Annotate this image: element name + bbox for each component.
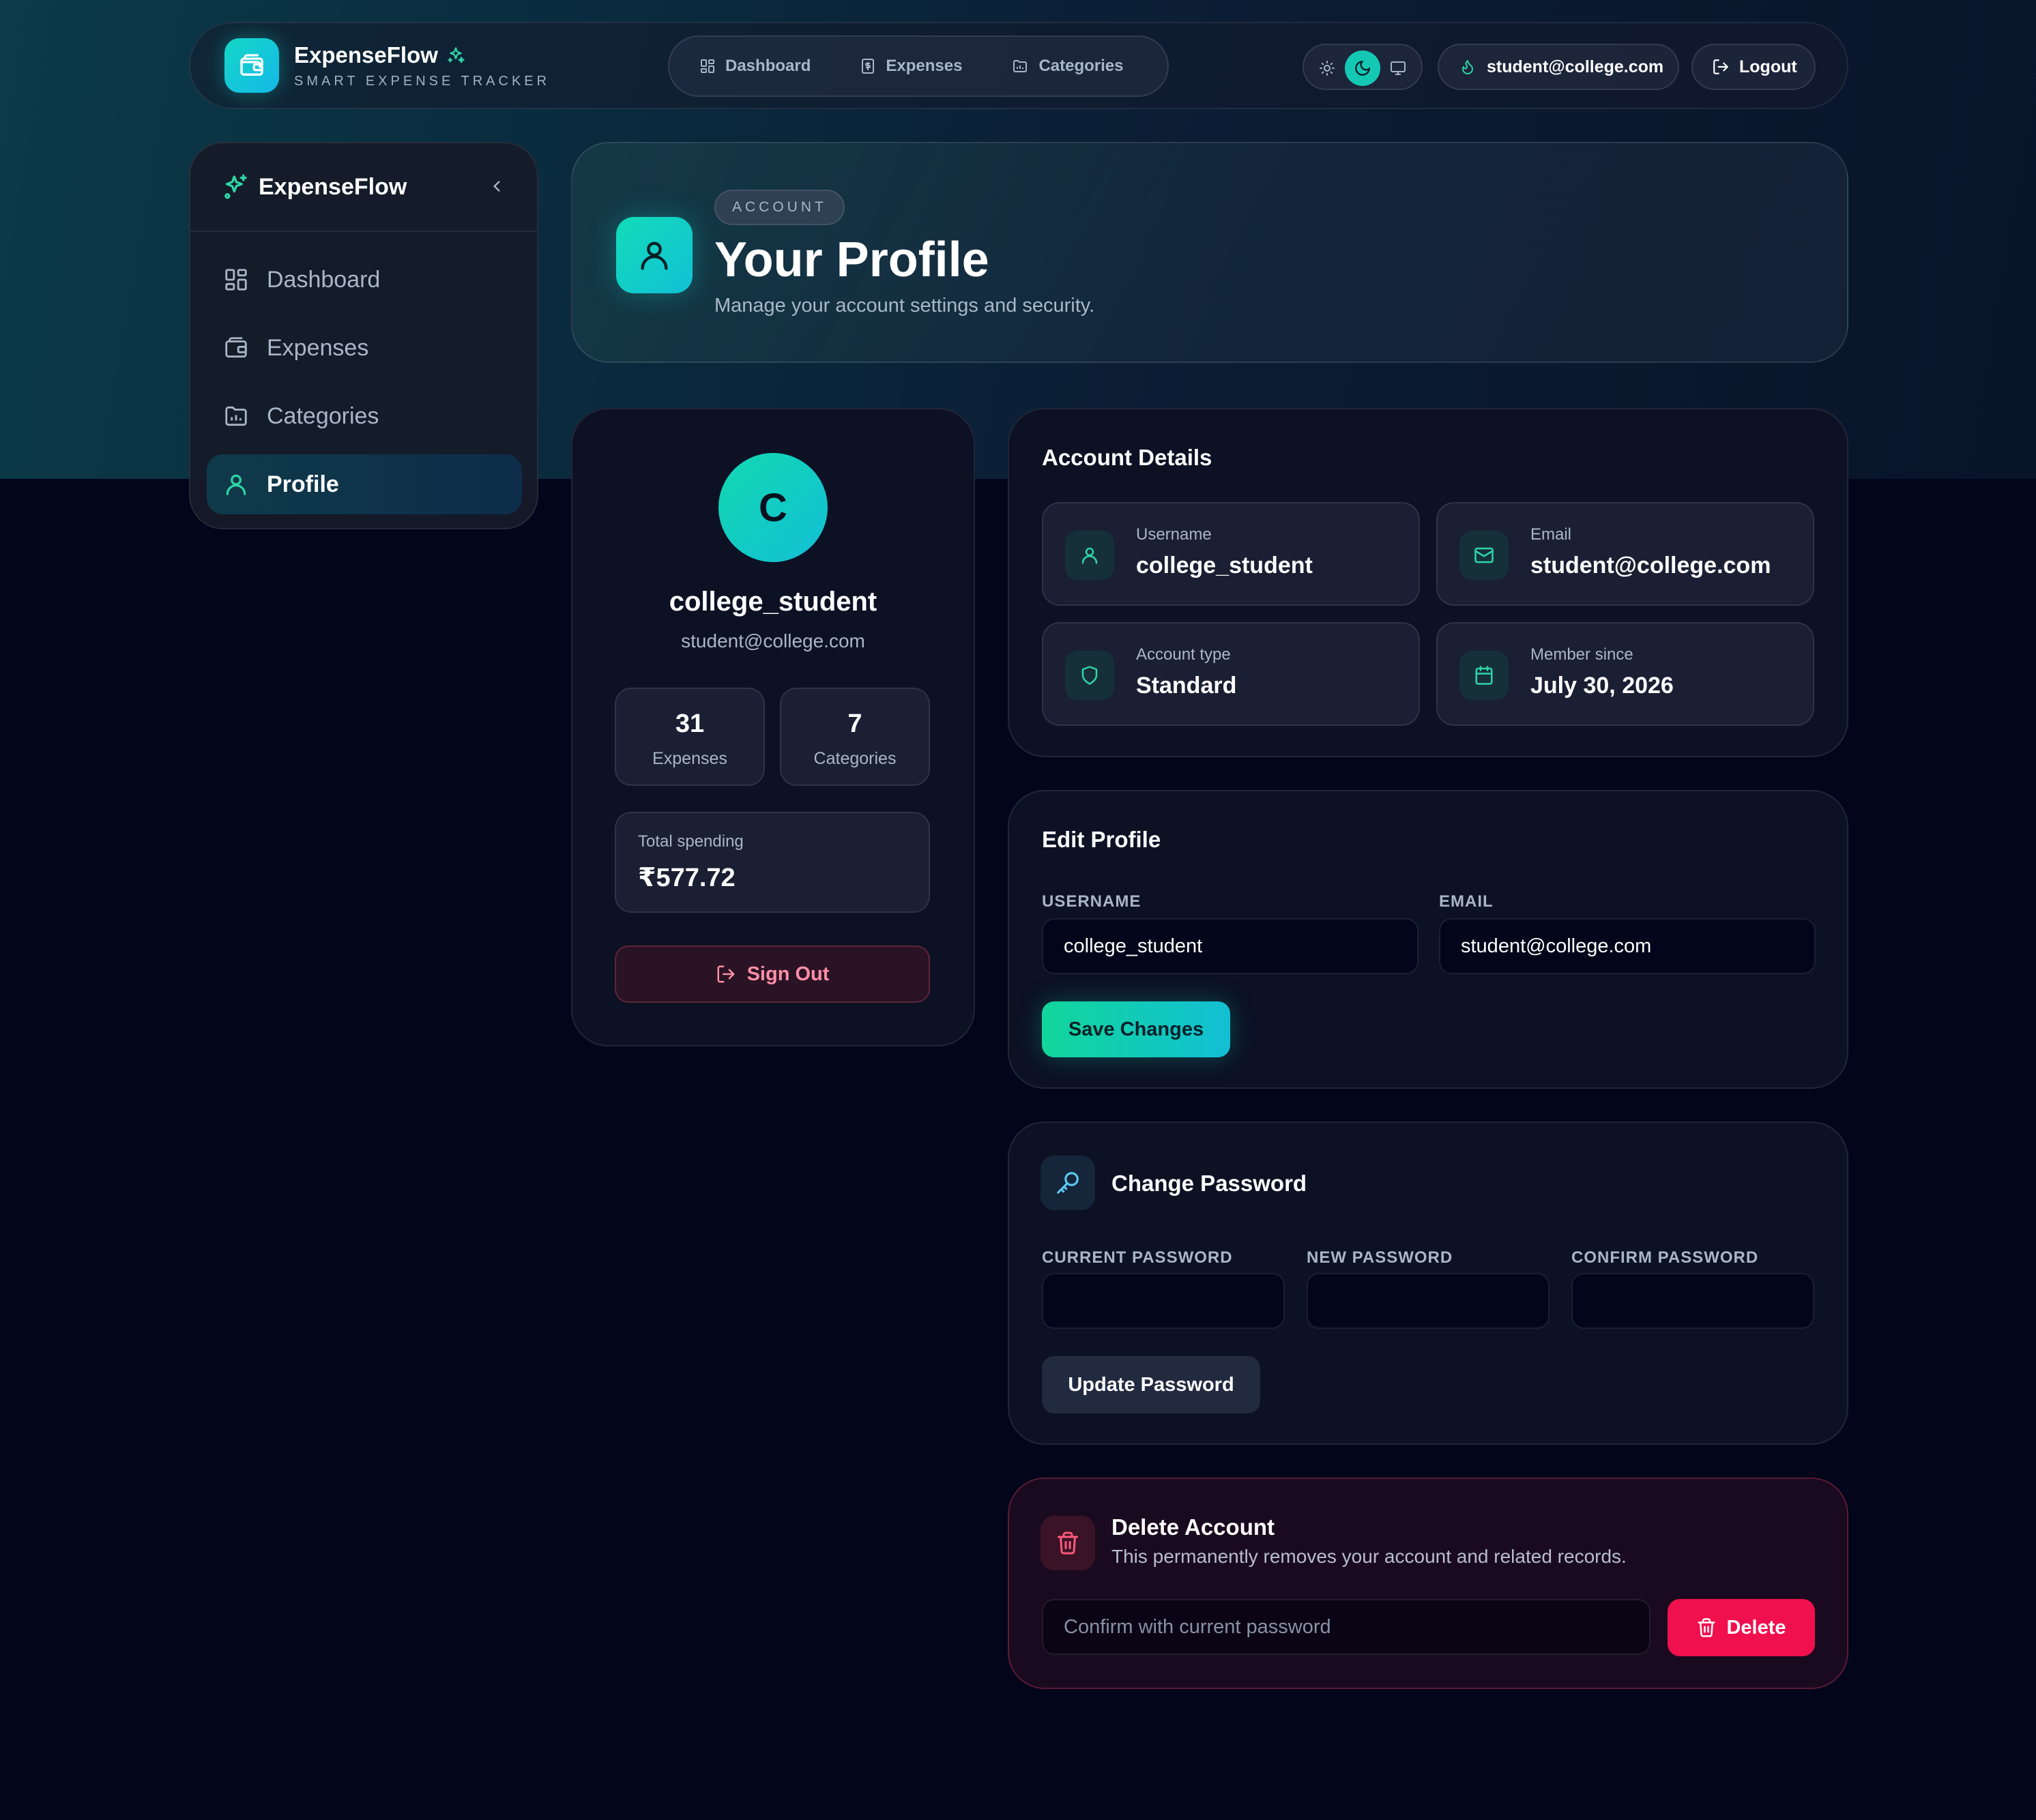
brand-tagline: SMART EXPENSE TRACKER (294, 74, 551, 89)
delete-account-description: This permanently removes your account an… (1111, 1546, 1627, 1567)
key-icon (1041, 1156, 1095, 1210)
sidebar-item-dashboard[interactable]: Dashboard (207, 250, 522, 310)
sidebar-divider (190, 231, 537, 232)
edit-profile-card: Edit Profile USERNAME EMAIL Save Changes (1008, 790, 1848, 1089)
username-input[interactable] (1042, 918, 1419, 974)
user-icon (1065, 531, 1114, 580)
page-title: Your Profile (714, 233, 989, 287)
mail-icon (1459, 531, 1509, 580)
stat-expenses: 31 Expenses (615, 688, 765, 786)
folder-chart-icon (1011, 58, 1029, 74)
change-password-title: Change Password (1111, 1171, 1307, 1196)
detail-account-type: Account type Standard (1042, 622, 1420, 726)
sidebar-item-expenses[interactable]: Expenses (207, 318, 522, 378)
detail-member-since: Member since July 30, 2026 (1436, 622, 1814, 726)
update-password-button[interactable]: Update Password (1042, 1356, 1260, 1413)
current-password-label: CURRENT PASSWORD (1042, 1248, 1233, 1267)
sparkles-icon (446, 46, 465, 65)
detail-username: Username college_student (1042, 502, 1420, 606)
page-header: ACCOUNT Your Profile Manage your account… (571, 142, 1848, 363)
dashboard-icon (699, 58, 716, 74)
edit-profile-title: Edit Profile (1042, 827, 1161, 852)
user-icon (616, 217, 693, 293)
sparkles-icon (222, 173, 249, 201)
account-details-title: Account Details (1042, 445, 1212, 470)
top-navigation: Dashboard Expenses Categories (668, 35, 1169, 97)
monitor-icon[interactable] (1380, 50, 1416, 86)
folder-chart-icon (223, 403, 249, 429)
trash-icon (1041, 1516, 1095, 1570)
account-details-card: Account Details Username college_student… (1008, 408, 1848, 757)
dashboard-icon (223, 267, 249, 293)
sidebar-brand[interactable]: ExpenseFlow (222, 173, 407, 201)
confirm-password-input[interactable] (1571, 1273, 1814, 1329)
logout-icon (1712, 58, 1730, 76)
current-password-input[interactable] (1042, 1273, 1285, 1329)
profile-email: student@college.com (681, 630, 865, 651)
sidebar-item-categories[interactable]: Categories (207, 386, 522, 446)
topnav-expenses[interactable]: Expenses (860, 57, 962, 76)
delete-account-card: Delete Account This permanently removes … (1008, 1478, 1848, 1689)
new-password-input[interactable] (1307, 1273, 1550, 1329)
total-spending: Total spending ₹577.72 (615, 812, 930, 913)
change-password-card: Change Password CURRENT PASSWORD NEW PAS… (1008, 1121, 1848, 1445)
profile-summary-card: C college_student student@college.com 31… (571, 408, 975, 1046)
shield-icon (1065, 651, 1114, 700)
stat-categories: 7 Categories (780, 688, 930, 786)
new-password-label: NEW PASSWORD (1307, 1248, 1453, 1267)
wallet-logo-icon[interactable] (224, 38, 279, 93)
profile-username: college_student (669, 587, 877, 617)
sun-icon[interactable] (1309, 50, 1345, 86)
delete-account-title: Delete Account (1111, 1514, 1275, 1540)
sign-out-button[interactable]: Sign Out (615, 945, 930, 1003)
user-icon (223, 471, 249, 497)
topnav-categories[interactable]: Categories (1011, 57, 1123, 76)
avatar: C (718, 453, 828, 562)
section-badge: ACCOUNT (714, 190, 845, 225)
user-email-pill[interactable]: student@college.com (1438, 44, 1679, 90)
sidebar: ExpenseFlow Dashboard Expenses Categorie… (189, 142, 538, 529)
top-bar: ExpenseFlow SMART EXPENSE TRACKER Dashbo… (189, 22, 1848, 109)
logout-icon (716, 964, 736, 984)
brand-name[interactable]: ExpenseFlow (294, 42, 465, 68)
username-label: USERNAME (1042, 892, 1141, 911)
email-label: EMAIL (1439, 892, 1494, 911)
moon-icon[interactable] (1345, 50, 1380, 86)
trash-icon (1696, 1617, 1717, 1638)
wallet-icon (223, 335, 249, 361)
topnav-dashboard[interactable]: Dashboard (699, 57, 811, 76)
flame-icon (1459, 59, 1476, 75)
logout-button[interactable]: Logout (1691, 44, 1816, 90)
sidebar-item-profile[interactable]: Profile (207, 454, 522, 514)
calendar-icon (1459, 651, 1509, 700)
email-input[interactable] (1439, 918, 1816, 974)
confirm-password-label: CONFIRM PASSWORD (1571, 1248, 1759, 1267)
delete-account-button[interactable]: Delete (1668, 1599, 1815, 1656)
detail-email: Email student@college.com (1436, 502, 1814, 606)
receipt-icon (860, 58, 876, 74)
save-changes-button[interactable]: Save Changes (1042, 1001, 1230, 1057)
page-subtitle: Manage your account settings and securit… (714, 295, 1095, 317)
chevron-left-icon[interactable] (488, 177, 506, 195)
theme-switcher (1303, 44, 1423, 90)
delete-confirm-password-input[interactable] (1042, 1599, 1650, 1655)
